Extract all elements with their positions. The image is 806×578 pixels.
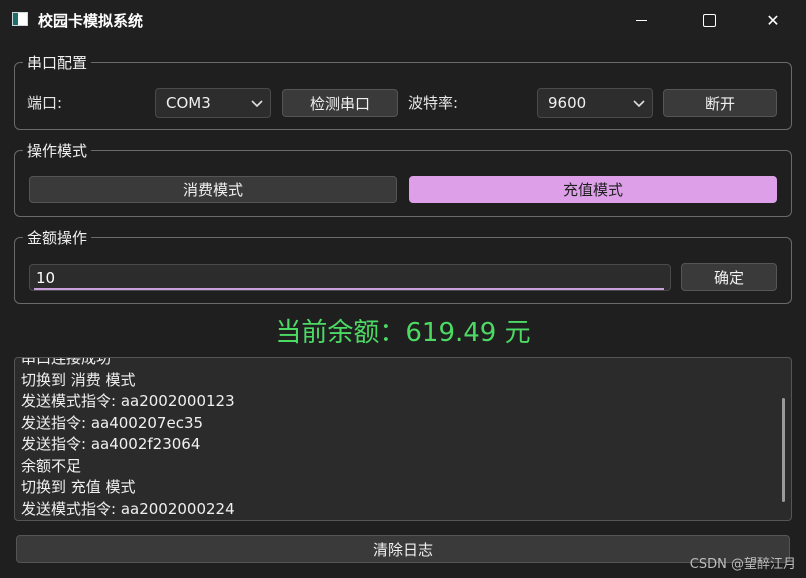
log-line: 切换到 消费 模式 [21,370,136,389]
balance-display: 当前余额：619.49 元 [275,318,531,348]
minimize-icon[interactable] [618,0,664,40]
serial-config-group: 串口配置 端口: COM3 检测串口 波特率: 9600 断开 [14,52,792,130]
amount-input[interactable]: 10 [29,264,671,291]
log-line: 发送模式指令: aa2002000224 [21,499,235,518]
chevron-down-icon [633,100,645,108]
log-line: 发送指令: aa400207ec35 [21,413,204,432]
watermark: CSDN @望醉江月 [689,557,796,572]
baud-select-value: 9600 [548,94,587,112]
log-line: 串口连接成功 [21,357,112,367]
port-select-value: COM3 [166,94,211,112]
mode-title: 操作模式 [23,140,92,161]
disconnect-button[interactable]: 断开 [663,89,777,117]
log-line: 发送模式指令: aa2002000123 [21,392,235,410]
chevron-down-icon [251,100,263,108]
log-line: 余额不足 [21,456,82,475]
log-scrollbar[interactable] [782,398,785,502]
log-panel[interactable]: 串口连接成功 切换到 消费 模式 发送模式指令: aa2002000123 发送… [14,357,792,521]
mode-group: 操作模式 消费模式 充值模式 [14,140,792,217]
recharge-mode-button[interactable]: 充值模式 [409,176,777,203]
app-icon [12,12,28,26]
port-label: 端口: [27,94,63,112]
close-icon[interactable]: ✕ [750,0,796,40]
port-select[interactable]: COM3 [155,88,271,118]
input-focus-underline [34,288,664,290]
window-title: 校园卡模拟系统 [38,12,144,30]
consume-mode-button[interactable]: 消费模式 [29,176,397,203]
log-lines: 串口连接成功 切换到 消费 模式 发送模式指令: aa2002000123 发送… [21,357,235,520]
baud-label: 波特率: [408,94,459,112]
title-bar: 校园卡模拟系统 ✕ [0,0,806,40]
confirm-button[interactable]: 确定 [681,263,777,291]
maximize-icon[interactable] [686,0,732,40]
log-line: 发送指令: aa4002f23064 [21,435,201,453]
amount-group: 金额操作 10 确定 [14,227,792,304]
detect-port-button[interactable]: 检测串口 [282,89,398,117]
amount-title: 金额操作 [23,227,92,248]
baud-select[interactable]: 9600 [537,88,653,118]
log-line: 切换到 充值 模式 [21,478,136,496]
clear-log-button[interactable]: 清除日志 [16,535,790,563]
serial-config-title: 串口配置 [23,52,92,73]
amount-input-value: 10 [36,268,56,287]
